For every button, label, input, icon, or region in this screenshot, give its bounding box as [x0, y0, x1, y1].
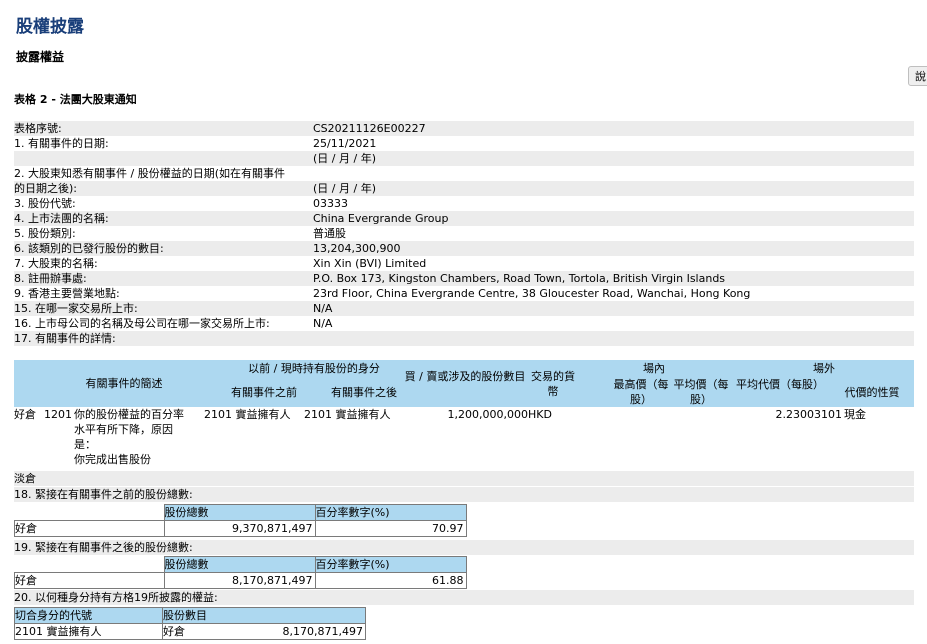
info-row: 的日期之後): (日 / 月 / 年): [14, 181, 914, 196]
info-row: 17. 有關事件的詳情:: [14, 331, 914, 346]
col-nature: 代價的性質: [844, 386, 900, 399]
col-highest-price: 最高價（每股）: [613, 378, 669, 406]
detail-description: 你的股份權益的百分率 水平有所下降，原因 是： 你完成出售股份: [74, 408, 184, 466]
info-label: 2. 大股東知悉有關事件 / 股份權益的日期(如在有關事件: [14, 167, 285, 180]
detail-avg-consideration: 2.23003101: [775, 408, 842, 421]
s20-col-shares: 股份數目: [162, 607, 366, 624]
col-shares-involved: 買 / 賣或涉及的股份數目: [404, 370, 526, 383]
short-position-label: 淡倉: [14, 471, 914, 486]
detail-code: 1201: [44, 408, 72, 421]
detail-row: 好倉 1201 你的股份權益的百分率 水平有所下降，原因 是： 你完成出售股份 …: [14, 407, 914, 471]
info-row: 1. 有關事件的日期: 25/11/2021: [14, 136, 914, 151]
page-subtitle: 披露權益: [16, 50, 65, 64]
info-row: 9. 香港主要營業地點: 23rd Floor, China Evergrande…: [14, 286, 914, 301]
info-value: N/A: [313, 317, 333, 330]
detail-nature: 現金: [844, 408, 866, 421]
info-value: [313, 331, 914, 346]
info-value: 25/11/2021: [313, 137, 377, 150]
section-18-table: 股份總數 百分率數字(%) 好倉 9,370,871,497 70.97: [14, 504, 467, 537]
s20-position-shares: 好倉 8,170,871,497: [162, 623, 366, 640]
info-label: 的日期之後):: [14, 182, 77, 195]
col-currency: 交易的貨幣: [531, 370, 575, 398]
side-button[interactable]: 說: [908, 66, 927, 86]
info-row: 8. 註冊辦事處: P.O. Box 173, Kingston Chambers…: [14, 271, 914, 286]
col-after: 有關事件之後: [331, 386, 397, 399]
info-row: (日 / 月 / 年): [14, 151, 914, 166]
col-avg-consideration: 平均代價（每股）: [736, 378, 824, 391]
detail-after: 2101 實益擁有人: [304, 408, 391, 421]
info-label: 8. 註冊辦事處:: [14, 272, 87, 285]
section-20-table: 切合身分的代號 股份數目 2101 實益擁有人 好倉 8,170,871,497: [14, 607, 366, 640]
info-label: 3. 股份代號:: [14, 197, 76, 210]
info-value: (日 / 月 / 年): [313, 182, 376, 195]
s18-pct: 70.97: [314, 520, 467, 537]
s19-col-shares: 股份總數: [163, 556, 316, 573]
s19-pct: 61.88: [314, 572, 467, 589]
s20-code-capacity: 2101 實益擁有人: [14, 623, 163, 640]
form-title: 表格 2 - 法團大股東通知: [14, 93, 137, 106]
s19-row-label: 好倉: [14, 572, 165, 589]
info-value: CS20211126E00227: [313, 122, 426, 135]
info-value: China Evergrande Group: [313, 212, 449, 225]
section-18-title: 18. 緊接在有關事件之前的股份總數:: [14, 487, 914, 502]
info-value: 普通股: [313, 227, 346, 240]
s19-col-pct: 百分率數字(%): [314, 556, 467, 573]
info-value: [313, 166, 914, 181]
detail-currency: HKD: [528, 408, 552, 421]
section-19-table: 股份總數 百分率數字(%) 好倉 8,170,871,497 61.88: [14, 556, 467, 589]
s18-shares: 9,370,871,497: [163, 520, 316, 537]
col-capacity-group: 以前 / 現時持有股份的身分: [248, 362, 380, 375]
s18-col-pct: 百分率數字(%): [314, 504, 467, 521]
s18-col-shares: 股份總數: [163, 504, 316, 521]
info-row: 15. 在哪一家交易所上市: N/A: [14, 301, 914, 316]
info-row: 16. 上市母公司的名稱及母公司在哪一家交易所上市: N/A: [14, 316, 914, 331]
info-label: 17. 有關事件的詳情:: [14, 332, 116, 345]
info-row: 4. 上市法團的名稱: China Evergrande Group: [14, 211, 914, 226]
section-19-title: 19. 緊接在有關事件之後的股份總數:: [14, 540, 914, 555]
col-event-desc: 有關事件的簡述: [85, 377, 163, 390]
info-table: 表格序號: CS20211126E00227 1. 有關事件的日期: 25/11/20…: [14, 121, 914, 346]
info-row: 6. 該類別的已發行股份的數目: 13,204,300,900: [14, 241, 914, 256]
info-label: 4. 上市法團的名稱:: [14, 212, 109, 225]
info-row: 7. 大股東的名稱: Xin Xin (BVI) Limited: [14, 256, 914, 271]
info-row: 2. 大股東知悉有關事件 / 股份權益的日期(如在有關事件: [14, 166, 914, 181]
detail-before: 2101 實益擁有人: [204, 408, 291, 421]
info-label: 15. 在哪一家交易所上市:: [14, 302, 138, 315]
col-before: 有關事件之前: [231, 386, 297, 399]
info-value: 13,204,300,900: [313, 242, 401, 255]
page-title: 股權披露: [16, 17, 84, 37]
detail-position: 好倉: [14, 408, 36, 421]
info-label: [14, 151, 313, 166]
info-value: P.O. Box 173, Kingston Chambers, Road To…: [313, 272, 726, 285]
col-on-exchange: 場內: [643, 362, 665, 375]
section-20-title: 20. 以何種身分持有方格19所披露的權益:: [14, 590, 914, 605]
info-label: 1. 有關事件的日期:: [14, 137, 109, 150]
info-value: (日 / 月 / 年): [313, 152, 376, 165]
info-label: 16. 上市母公司的名稱及母公司在哪一家交易所上市:: [14, 317, 270, 330]
col-off-exchange: 場外: [813, 362, 835, 375]
info-value: Xin Xin (BVI) Limited: [313, 257, 427, 270]
info-label: 表格序號:: [14, 122, 62, 135]
s20-col-code: 切合身分的代號: [14, 607, 163, 624]
info-value: N/A: [313, 302, 333, 315]
info-label: 6. 該類別的已發行股份的數目:: [14, 242, 164, 255]
info-row: 3. 股份代號: 03333: [14, 196, 914, 211]
info-value: 03333: [313, 197, 348, 210]
s18-row-label: 好倉: [14, 520, 165, 537]
detail-shares: 1,200,000,000: [447, 408, 528, 421]
info-label: 9. 香港主要營業地點:: [14, 287, 120, 300]
detail-table-header: 有關事件的簡述 以前 / 現時持有股份的身分 有關事件之前 有關事件之後 買 /…: [14, 360, 914, 407]
info-row: 5. 股份類別: 普通股: [14, 226, 914, 241]
s19-shares: 8,170,871,497: [163, 572, 316, 589]
col-avg-price: 平均價（每股）: [673, 378, 729, 406]
info-row: 表格序號: CS20211126E00227: [14, 121, 914, 136]
info-value: 23rd Floor, China Evergrande Centre, 38 …: [313, 287, 751, 300]
info-label: 5. 股份類別:: [14, 227, 76, 240]
info-label: 7. 大股東的名稱:: [14, 257, 98, 270]
